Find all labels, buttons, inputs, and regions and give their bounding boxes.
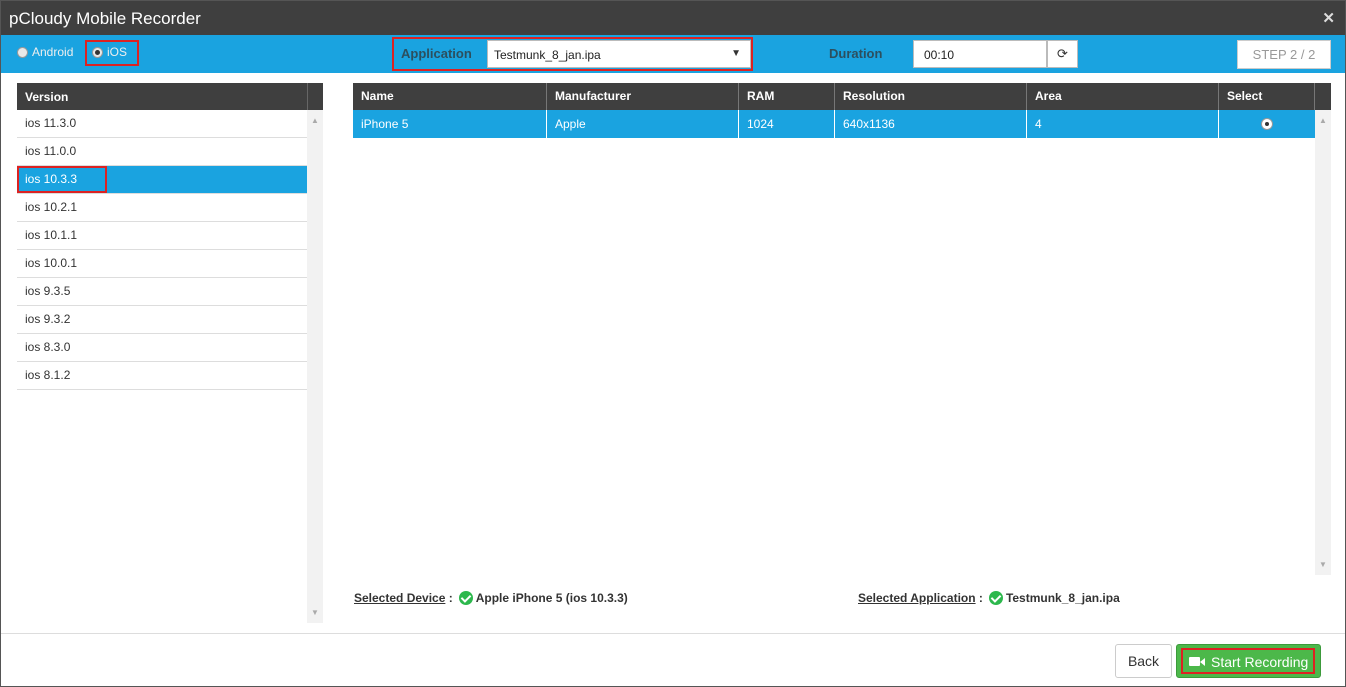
version-label: ios 9.3.5 bbox=[25, 284, 71, 298]
version-list-panel: Version ios 11.3.0 ios 11.0.0 ios 10.3.3 io… bbox=[17, 83, 323, 623]
refresh-icon: ⟳ bbox=[1057, 46, 1068, 61]
version-column-header: Version bbox=[25, 90, 69, 104]
android-label: Android bbox=[32, 45, 74, 59]
recorder-dialog: pCloudy Mobile Recorder ✕ Android iOS Ap… bbox=[0, 0, 1346, 687]
start-recording-label: Start Recording bbox=[1211, 654, 1309, 670]
colon: : bbox=[445, 591, 453, 605]
selected-device-summary: Selected Device : Apple iPhone 5 (ios 10… bbox=[354, 591, 628, 605]
version-label: ios 9.3.2 bbox=[25, 312, 71, 326]
version-list-item[interactable]: ios 9.3.2 bbox=[17, 306, 307, 334]
selected-device-value: Apple iPhone 5 (ios 10.3.3) bbox=[475, 591, 628, 605]
scroll-up-icon[interactable]: ▲ bbox=[311, 116, 319, 125]
device-ram-cell: 1024 bbox=[739, 110, 835, 138]
selected-application-key: Selected Application bbox=[858, 591, 976, 605]
chevron-down-icon: ▼ bbox=[731, 48, 741, 59]
scrollbar-cap bbox=[1315, 83, 1331, 110]
radio-icon bbox=[92, 46, 103, 58]
column-header-ram: RAM bbox=[739, 83, 835, 110]
check-icon bbox=[458, 591, 473, 605]
device-select-radio[interactable] bbox=[1261, 118, 1273, 130]
back-button[interactable]: Back bbox=[1115, 644, 1172, 678]
step-indicator: STEP 2 / 2 bbox=[1237, 40, 1331, 69]
duration-input[interactable]: 00:10 bbox=[913, 40, 1047, 68]
version-scrollbar[interactable]: ▲ ▼ bbox=[307, 110, 323, 623]
application-label: Application bbox=[401, 46, 472, 61]
application-select[interactable]: Testmunk_8_jan.ipa ▼ bbox=[487, 40, 751, 68]
version-list-item[interactable]: ios 10.1.1 bbox=[17, 222, 307, 250]
selected-version-highlight bbox=[17, 166, 107, 193]
colon: : bbox=[975, 591, 983, 605]
window-title: pCloudy Mobile Recorder bbox=[9, 9, 201, 28]
device-select-cell bbox=[1219, 110, 1315, 138]
version-list-item[interactable]: ios 11.0.0 bbox=[17, 138, 307, 166]
close-icon[interactable]: ✕ bbox=[1322, 9, 1335, 27]
version-label: ios 10.1.1 bbox=[25, 228, 78, 242]
scroll-down-icon[interactable]: ▼ bbox=[1319, 560, 1327, 569]
version-list: ios 11.3.0 ios 11.0.0 ios 10.3.3 ios 10.2.1… bbox=[17, 110, 307, 390]
refresh-button[interactable]: ⟳ bbox=[1047, 40, 1078, 68]
table-row[interactable]: iPhone 5 Apple 1024 640x1136 4 bbox=[353, 110, 1315, 138]
ios-radio[interactable]: iOS bbox=[92, 45, 127, 59]
selected-application-summary: Selected Application : Testmunk_8_jan.ip… bbox=[858, 591, 1120, 605]
video-camera-icon bbox=[1189, 657, 1205, 666]
start-recording-button[interactable]: Start Recording bbox=[1176, 644, 1321, 678]
column-header-manufacturer: Manufacturer bbox=[547, 83, 739, 110]
version-label: ios 11.3.0 bbox=[25, 116, 77, 130]
radio-icon bbox=[17, 46, 28, 58]
scroll-up-icon[interactable]: ▲ bbox=[1319, 116, 1327, 125]
version-list-item[interactable]: ios 10.3.3 bbox=[17, 166, 307, 194]
version-label: ios 10.2.1 bbox=[25, 200, 78, 214]
version-label: ios 11.0.0 bbox=[25, 144, 77, 158]
device-table-panel: Name Manufacturer RAM Resolution Area Se… bbox=[353, 83, 1331, 575]
version-list-item[interactable]: ios 8.1.2 bbox=[17, 362, 307, 390]
duration-value: 00:10 bbox=[924, 48, 955, 62]
ios-label: iOS bbox=[107, 45, 128, 59]
title-bar: pCloudy Mobile Recorder ✕ bbox=[1, 1, 1345, 35]
column-header-select: Select bbox=[1219, 83, 1315, 110]
device-resolution-cell: 640x1136 bbox=[835, 110, 1027, 138]
version-list-item[interactable]: ios 11.3.0 bbox=[17, 110, 307, 138]
check-icon bbox=[988, 591, 1003, 605]
version-label: ios 10.0.1 bbox=[25, 256, 78, 270]
version-label: ios 8.3.0 bbox=[25, 340, 71, 354]
selected-application-value: Testmunk_8_jan.ipa bbox=[1005, 591, 1120, 605]
device-manufacturer-cell: Apple bbox=[547, 110, 739, 138]
scrollbar-cap bbox=[307, 83, 323, 110]
version-label: ios 8.1.2 bbox=[25, 368, 71, 382]
android-radio[interactable]: Android bbox=[17, 45, 73, 59]
column-header-resolution: Resolution bbox=[835, 83, 1027, 110]
device-scrollbar[interactable]: ▲ ▼ bbox=[1315, 110, 1331, 575]
duration-label: Duration bbox=[829, 46, 883, 61]
version-list-item[interactable]: ios 10.0.1 bbox=[17, 250, 307, 278]
version-list-item[interactable]: ios 9.3.5 bbox=[17, 278, 307, 306]
version-header: Version bbox=[17, 83, 323, 110]
toolbar: Android iOS Application Testmunk_8_jan.i… bbox=[1, 35, 1345, 73]
column-header-area: Area bbox=[1027, 83, 1219, 110]
device-table-header: Name Manufacturer RAM Resolution Area Se… bbox=[353, 83, 1331, 110]
version-list-item[interactable]: ios 10.2.1 bbox=[17, 194, 307, 222]
device-area-cell: 4 bbox=[1027, 110, 1219, 138]
device-name-cell: iPhone 5 bbox=[353, 110, 547, 138]
selected-device-key: Selected Device bbox=[354, 591, 446, 605]
scroll-down-icon[interactable]: ▼ bbox=[311, 608, 319, 617]
footer-divider bbox=[1, 633, 1345, 634]
application-value: Testmunk_8_jan.ipa bbox=[494, 48, 601, 62]
version-list-item[interactable]: ios 8.3.0 bbox=[17, 334, 307, 362]
column-header-name: Name bbox=[353, 83, 547, 110]
